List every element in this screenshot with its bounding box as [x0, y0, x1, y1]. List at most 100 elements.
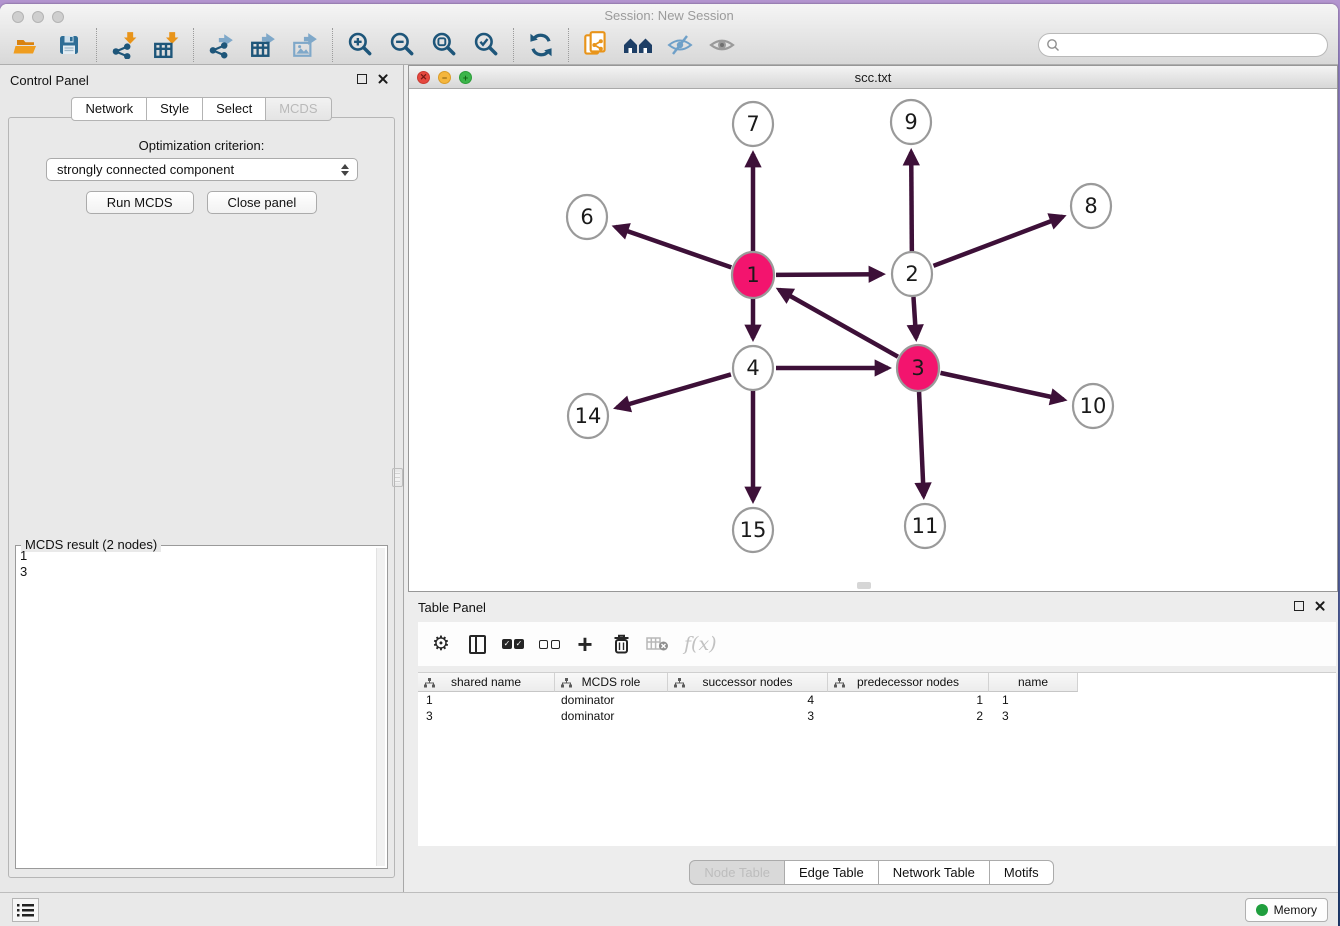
table-cell[interactable]: 3 — [668, 708, 828, 724]
edge-2-3[interactable] — [913, 297, 916, 338]
search-input[interactable] — [1065, 36, 1327, 54]
refresh-button[interactable] — [520, 27, 562, 63]
select-all-button[interactable]: ✓✓ — [502, 631, 524, 657]
close-table-panel-icon[interactable] — [1313, 599, 1326, 612]
graph-node-14[interactable]: 14 — [568, 394, 608, 438]
unchecked-box-icon — [551, 640, 560, 649]
float-table-panel-icon[interactable] — [1294, 601, 1304, 611]
control-panel: Control Panel NetworkStyleSelectMCDS Opt… — [0, 65, 404, 892]
import-table-button[interactable] — [145, 27, 187, 63]
open-file-button[interactable] — [6, 27, 48, 63]
delete-rows-button[interactable] — [610, 631, 632, 657]
close-panel-icon[interactable] — [376, 72, 389, 85]
edge-2-9[interactable] — [911, 152, 912, 251]
export-image-button[interactable] — [284, 27, 326, 63]
edge-3-1[interactable] — [779, 290, 898, 357]
status-bar: Memory — [0, 892, 1338, 926]
run-mcds-button[interactable]: Run MCDS — [86, 191, 194, 214]
tab-select[interactable]: Select — [203, 97, 266, 121]
splitter-handle[interactable] — [392, 468, 403, 487]
deselect-all-button[interactable] — [538, 631, 560, 657]
memory-button[interactable]: Memory — [1245, 898, 1328, 922]
graph-node-10[interactable]: 10 — [1073, 384, 1113, 428]
duplicate-network-button[interactable] — [575, 27, 617, 63]
close-panel-button[interactable]: Close panel — [207, 191, 318, 214]
export-table-button[interactable] — [242, 27, 284, 63]
titlebar: Session: New Session — [0, 4, 1338, 24]
eye-icon — [708, 32, 736, 58]
edge-4-14[interactable] — [617, 374, 731, 407]
save-session-button[interactable] — [48, 27, 90, 63]
import-network-button[interactable] — [103, 27, 145, 63]
column-header-predecessor-nodes[interactable]: predecessor nodes — [828, 673, 989, 692]
tab-network-table[interactable]: Network Table — [879, 860, 990, 885]
table-cell[interactable]: 1 — [828, 692, 989, 708]
table-cell[interactable]: 1 — [418, 692, 555, 708]
edge-1-6[interactable] — [615, 227, 731, 268]
float-panel-icon[interactable] — [357, 74, 367, 84]
attribute-type-icon — [674, 678, 685, 688]
graph-node-7[interactable]: 7 — [733, 102, 773, 146]
network-title: scc.txt — [409, 70, 1337, 85]
graph-node-6[interactable]: 6 — [567, 195, 607, 239]
export-table-icon — [249, 31, 277, 59]
graph-node-9[interactable]: 9 — [891, 100, 931, 144]
show-columns-button[interactable] — [466, 631, 488, 657]
network-resize-handle[interactable] — [857, 582, 871, 589]
table-cell[interactable]: 4 — [668, 692, 828, 708]
table-cell[interactable]: dominator — [555, 692, 668, 708]
column-header-successor-nodes[interactable]: successor nodes — [668, 673, 828, 692]
table-options-button[interactable]: ⚙ — [430, 631, 452, 657]
column-header-MCDS-role[interactable]: MCDS role — [555, 673, 668, 692]
result-scrollbar[interactable] — [376, 548, 385, 866]
column-header-shared-name[interactable]: shared name — [418, 673, 555, 692]
table-row[interactable]: 1dominator411 — [418, 692, 1336, 708]
graph-node-2[interactable]: 2 — [892, 252, 932, 296]
tab-node-table[interactable]: Node Table — [689, 860, 785, 885]
memory-status-icon — [1256, 904, 1268, 916]
table-cell[interactable]: 3 — [418, 708, 555, 724]
window-title: Session: New Session — [0, 8, 1338, 23]
delete-columns-button[interactable] — [646, 631, 670, 657]
attribute-type-icon — [424, 678, 435, 688]
table-cell[interactable]: 2 — [828, 708, 989, 724]
first-neighbors-button[interactable] — [617, 27, 659, 63]
graph-node-3[interactable]: 3 — [897, 345, 939, 391]
graph-node-4[interactable]: 4 — [733, 346, 773, 390]
edge-2-8[interactable] — [934, 217, 1063, 266]
graph-node-15[interactable]: 15 — [733, 508, 773, 552]
graph-node-11[interactable]: 11 — [905, 504, 945, 548]
graph-node-1[interactable]: 1 — [732, 252, 774, 298]
edge-3-10[interactable] — [940, 373, 1063, 400]
tab-edge-table[interactable]: Edge Table — [785, 860, 879, 885]
add-row-button[interactable]: + — [574, 631, 596, 657]
optimization-dropdown[interactable]: strongly connected component — [46, 158, 358, 181]
node-table: shared nameMCDS rolesuccessor nodesprede… — [418, 672, 1336, 846]
duplicate-network-icon — [581, 30, 611, 60]
zoom-in-button[interactable] — [339, 27, 381, 63]
tab-mcds[interactable]: MCDS — [266, 97, 331, 121]
tab-style[interactable]: Style — [147, 97, 203, 121]
refresh-icon — [527, 31, 555, 59]
zoom-selected-button[interactable] — [465, 27, 507, 63]
task-history-button[interactable] — [12, 898, 39, 922]
table-cell[interactable]: dominator — [555, 708, 668, 724]
table-row[interactable]: 3dominator323 — [418, 708, 1336, 724]
column-header-name[interactable]: name — [989, 673, 1078, 692]
table-cell[interactable]: 1 — [989, 692, 1078, 708]
tab-motifs[interactable]: Motifs — [990, 860, 1054, 885]
zoom-fit-button[interactable] — [423, 27, 465, 63]
toolbar-separator — [568, 28, 569, 62]
edge-3-11[interactable] — [919, 391, 924, 496]
function-builder-button[interactable]: f(x) — [684, 631, 717, 657]
show-all-button[interactable] — [701, 27, 743, 63]
tab-network[interactable]: Network — [71, 97, 147, 121]
table-cell[interactable]: 3 — [989, 708, 1078, 724]
mcds-result-text[interactable]: 1 3 — [20, 548, 375, 866]
graph-node-8[interactable]: 8 — [1071, 184, 1111, 228]
edge-1-2[interactable] — [776, 274, 882, 275]
export-network-button[interactable] — [200, 27, 242, 63]
network-canvas[interactable]: 7 9 6 8 1 2 4 3 14 10 15 11 — [409, 89, 1337, 591]
zoom-out-button[interactable] — [381, 27, 423, 63]
hide-selected-button[interactable] — [659, 27, 701, 63]
